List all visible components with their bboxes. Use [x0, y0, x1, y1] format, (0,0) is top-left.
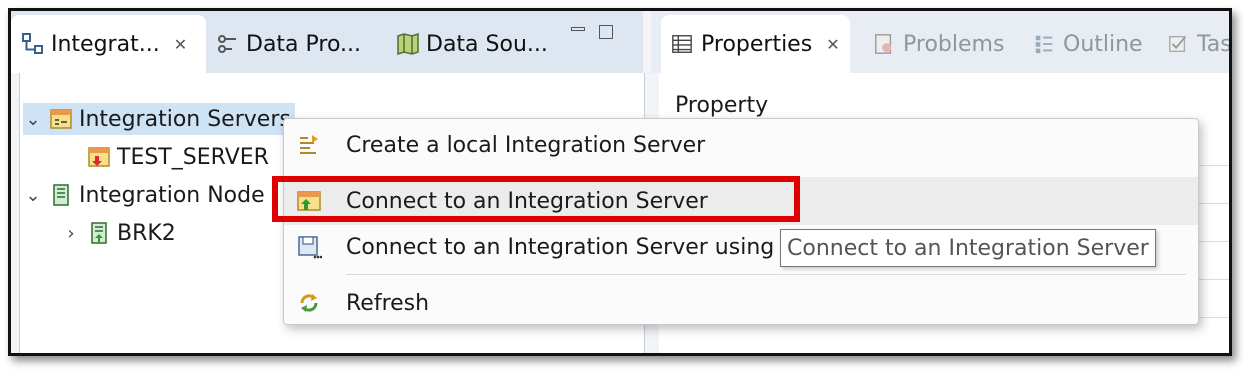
refresh-icon [300, 294, 318, 312]
integration-servers-icon [50, 109, 72, 129]
tree-node-label: Integration Servers [79, 106, 291, 132]
close-icon[interactable]: ✕ [174, 35, 187, 54]
tab-integration-explorer[interactable]: Integrat... ✕ [11, 15, 206, 73]
red-highlight-box [272, 176, 800, 222]
tree-node-label: TEST_SERVER [117, 144, 269, 170]
problems-icon [875, 34, 892, 54]
close-icon[interactable]: ✕ [826, 35, 839, 54]
tab-label: Outline [1063, 31, 1143, 57]
tree-node-test-server[interactable]: TEST_SERVER [87, 141, 269, 173]
tree-node-brk2[interactable]: › BRK2 [61, 217, 176, 249]
minimize-icon[interactable] [571, 27, 585, 31]
tab-properties[interactable]: Properties ✕ [661, 15, 850, 73]
chevron-down-icon[interactable]: ⌄ [23, 185, 43, 206]
right-tab-bar: Properties ✕ Problems Outline Tas [651, 11, 1229, 73]
tasks-icon [1169, 35, 1187, 53]
menu-item-create-local-server[interactable]: Create a local Integration Server [284, 121, 1198, 169]
tab-outline[interactable]: Outline [1033, 15, 1143, 73]
properties-icon [672, 35, 692, 53]
server-stopped-icon [88, 147, 110, 167]
tree-node-integration-nodes[interactable]: ⌄ Integration Node [23, 179, 265, 211]
property-column-header: Property [675, 93, 769, 118]
menu-separator [346, 274, 1186, 275]
tab-data-project[interactable]: Data Pro... [216, 15, 361, 73]
data-project-icon [218, 35, 236, 53]
tree-node-label: Integration Node [79, 182, 265, 208]
menu-item-label: Create a local Integration Server [346, 132, 706, 158]
integration-explorer-icon [22, 33, 43, 54]
chevron-down-icon[interactable]: ⌄ [23, 109, 43, 130]
chevron-right-icon[interactable]: › [61, 223, 81, 244]
left-tab-bar: Integrat... ✕ Data Pro... Data Sou... [11, 11, 643, 73]
tab-label: Data Sou... [426, 31, 548, 57]
tree-node-label: BRK2 [117, 220, 176, 246]
menu-item-label: Refresh [346, 290, 430, 316]
maximize-icon[interactable] [599, 25, 613, 39]
create-server-icon [300, 135, 318, 154]
tab-tasks[interactable]: Tas [1167, 15, 1232, 73]
tab-label: Integrat... [51, 31, 160, 57]
tab-label: Problems [903, 31, 1005, 57]
tree-node-integration-servers[interactable]: ⌄ Integration Servers [23, 103, 295, 135]
data-source-map-icon [397, 32, 419, 56]
tab-data-source[interactable]: Data Sou... [396, 15, 548, 73]
tooltip: Connect to an Integration Server [780, 229, 1156, 267]
broker-icon [91, 222, 107, 244]
integration-nodes-icon [53, 184, 69, 206]
tab-label: Tas [1197, 31, 1232, 57]
outline-icon [1035, 35, 1053, 54]
menu-item-refresh[interactable]: Refresh [284, 279, 1198, 327]
tab-label: Data Pro... [246, 31, 362, 57]
view-controls [571, 25, 613, 39]
menu-item-label: Connect to an Integration Server using [346, 234, 775, 260]
tab-label: Properties [701, 31, 813, 57]
connect-file-icon [298, 236, 322, 259]
tab-problems[interactable]: Problems [873, 15, 1004, 73]
